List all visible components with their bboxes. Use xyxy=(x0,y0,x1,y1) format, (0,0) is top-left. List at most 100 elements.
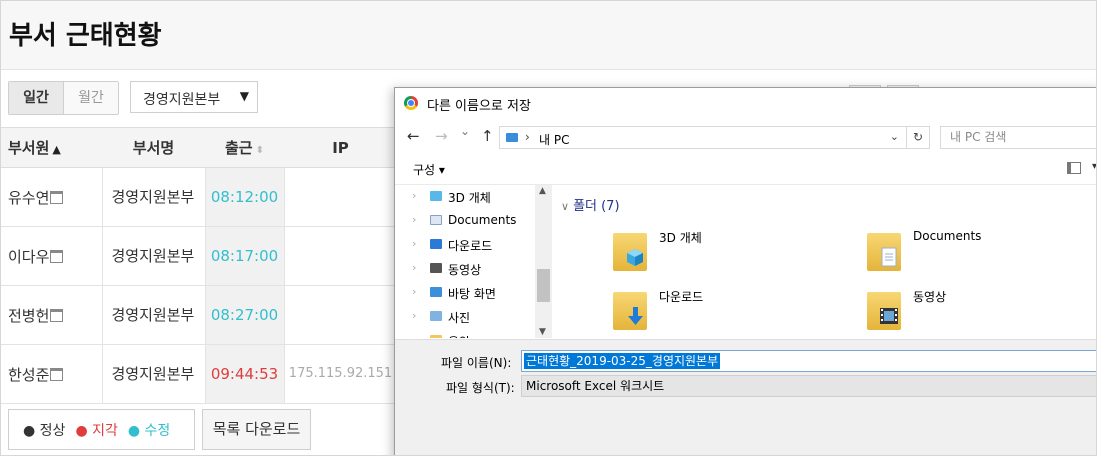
header-checkin[interactable]: 출근 ⬍ xyxy=(205,127,284,168)
dept-name: 경영지원본부 xyxy=(102,285,206,345)
up-arrow-icon[interactable]: ↑ xyxy=(481,127,494,145)
filetype-label: 파일 형식(T): xyxy=(446,381,515,395)
folder-icon xyxy=(613,292,647,330)
refresh-icon[interactable]: ↻ xyxy=(906,127,929,148)
department-select-value: 경영지원본부 xyxy=(143,92,221,108)
folder-item-documents[interactable]: Documents xyxy=(867,229,1096,279)
folder-item-3d-objects[interactable]: 3D 개체 xyxy=(613,229,843,279)
ip-address xyxy=(284,226,398,286)
dot-icon: ● xyxy=(23,422,36,439)
picture-icon xyxy=(430,311,442,321)
tree-item-downloads[interactable]: › 다운로드 xyxy=(395,233,552,257)
chevron-right-icon[interactable]: › xyxy=(412,237,416,250)
table-row: 전병헌 경영지원본부 08:27:00 xyxy=(1,285,398,345)
member-name[interactable]: 유수연 xyxy=(1,167,103,227)
daily-tab[interactable]: 일간 xyxy=(9,82,64,114)
chevron-right-icon[interactable]: › xyxy=(412,309,416,322)
sort-icon: ⬍ xyxy=(255,145,264,156)
header-member[interactable]: 부서원 ▲ xyxy=(1,127,102,168)
status-legend: ● 정상 ● 지각 ● 수정 xyxy=(8,409,195,450)
dept-name: 경영지원본부 xyxy=(102,167,206,227)
tree-item-music[interactable]: ›음악 xyxy=(395,329,552,338)
filename-label: 파일 이름(N): xyxy=(441,356,512,370)
music-icon xyxy=(430,335,442,338)
download-icon xyxy=(430,239,442,249)
chevron-right-icon[interactable]: › xyxy=(412,261,416,274)
download-list-button[interactable]: 목록 다운로드 xyxy=(202,409,311,450)
chrome-icon xyxy=(404,96,418,110)
tree-scrollbar[interactable]: ▲ ▼ xyxy=(535,185,552,338)
computer-icon xyxy=(506,133,518,142)
member-name[interactable]: 전병헌 xyxy=(1,285,103,345)
tree-item-pictures[interactable]: › 사진 xyxy=(395,305,552,329)
cube-icon xyxy=(430,191,442,201)
tree-item-desktop[interactable]: › 바탕 화면 xyxy=(395,281,552,305)
chevron-down-icon[interactable]: ▾ xyxy=(1092,161,1096,172)
filename-input[interactable]: 근태현황_2019-03-25_경영지원본부 xyxy=(521,350,1096,372)
member-name[interactable]: 한성준 xyxy=(1,344,103,404)
breadcrumb[interactable]: 내 PC xyxy=(539,131,569,148)
dialog-toolbar: 구성 ▾ ▾ xyxy=(395,153,1096,185)
dialog-title: 다른 이름으로 저장 xyxy=(427,99,531,114)
view-options-icon[interactable] xyxy=(1067,162,1081,174)
group-header[interactable]: ∨ 폴더 (7) xyxy=(561,195,620,214)
folder-item-downloads[interactable]: 다운로드 xyxy=(613,288,843,338)
breadcrumb-separator-icon: › xyxy=(525,130,530,144)
ip-address xyxy=(284,167,398,227)
dialog-bottom-panel: 파일 이름(N): 근태현황_2019-03-25_경영지원본부 파일 형식(T… xyxy=(395,339,1096,455)
chevron-right-icon[interactable]: › xyxy=(412,333,416,338)
period-toggle: 일간 월간 xyxy=(8,81,119,115)
folder-icon xyxy=(613,233,647,271)
dept-name: 경영지원본부 xyxy=(102,344,206,404)
scrollbar-thumb[interactable] xyxy=(537,269,550,302)
checkin-time: 08:12:00 xyxy=(205,167,285,227)
dot-icon: ● xyxy=(127,422,141,439)
address-bar[interactable]: › 내 PC ⌄ ↻ xyxy=(499,126,930,149)
legend-normal: ● 정상 xyxy=(23,422,66,439)
organize-menu[interactable]: 구성 ▾ xyxy=(413,161,445,178)
app-frame: 부서 근태현황 일간 월간 경영지원본부 ▼ 부서원 ▲ 부서명 출근 ⬍ IP 유… xyxy=(0,0,1097,456)
tree-item-documents[interactable]: › Documents xyxy=(395,209,552,233)
popup-window-icon[interactable] xyxy=(50,367,64,381)
folder-icon xyxy=(867,233,901,271)
chevron-right-icon[interactable]: › xyxy=(412,189,416,202)
filename-value: 근태현황_2019-03-25_경영지원본부 xyxy=(524,353,721,369)
forward-arrow-icon[interactable]: → xyxy=(435,127,448,145)
document-icon xyxy=(881,247,897,267)
attendance-table: 부서원 ▲ 부서명 출근 ⬍ IP 유수연 경영지원본부 08:12:00 이다우 … xyxy=(1,127,398,404)
ip-address xyxy=(284,285,398,345)
chevron-right-icon[interactable]: › xyxy=(412,285,416,298)
back-arrow-icon[interactable]: ← xyxy=(407,127,420,145)
popup-window-icon[interactable] xyxy=(50,190,64,204)
download-icon xyxy=(628,307,643,325)
page-title: 부서 근태현황 xyxy=(9,21,162,51)
filetype-select[interactable]: Microsoft Excel 워크시트 xyxy=(521,375,1096,397)
video-icon xyxy=(430,263,442,273)
popup-window-icon[interactable] xyxy=(50,249,64,263)
checkin-time: 08:17:00 xyxy=(205,226,285,286)
checkin-time: 09:44:53 xyxy=(205,344,285,404)
folder-icon xyxy=(867,292,901,330)
chevron-down-icon: ∨ xyxy=(561,200,570,213)
cube-icon xyxy=(627,249,643,266)
chevron-down-icon[interactable]: ⌄ xyxy=(890,130,899,143)
monthly-tab[interactable]: 월간 xyxy=(64,82,118,114)
dept-name: 경영지원본부 xyxy=(102,226,206,286)
recent-locations-icon[interactable]: ⌄ xyxy=(460,124,470,138)
search-input[interactable]: 내 PC 검색 xyxy=(940,126,1096,149)
header-ip: IP xyxy=(284,127,397,168)
popup-window-icon[interactable] xyxy=(50,308,64,322)
folder-content: ∨ 폴더 (7) 3D 개체 Documents 다운로드 동영상 xyxy=(553,185,1096,338)
dialog-titlebar[interactable]: 다른 이름으로 저장 xyxy=(395,88,1096,119)
scroll-down-icon[interactable]: ▼ xyxy=(539,327,546,337)
desktop-icon xyxy=(430,287,442,297)
document-icon xyxy=(430,215,442,225)
scroll-up-icon[interactable]: ▲ xyxy=(539,186,546,196)
department-select[interactable]: 경영지원본부 ▼ xyxy=(130,81,258,113)
table-row: 한성준 경영지원본부 09:44:53 175.115.92.151 xyxy=(1,344,398,404)
folder-item-videos[interactable]: 동영상 xyxy=(867,288,1096,338)
tree-item-videos[interactable]: › 동영상 xyxy=(395,257,552,281)
member-name[interactable]: 이다우 xyxy=(1,226,103,286)
chevron-right-icon[interactable]: › xyxy=(412,213,416,226)
tree-item-3d-objects[interactable]: › 3D 개체 xyxy=(395,185,552,209)
